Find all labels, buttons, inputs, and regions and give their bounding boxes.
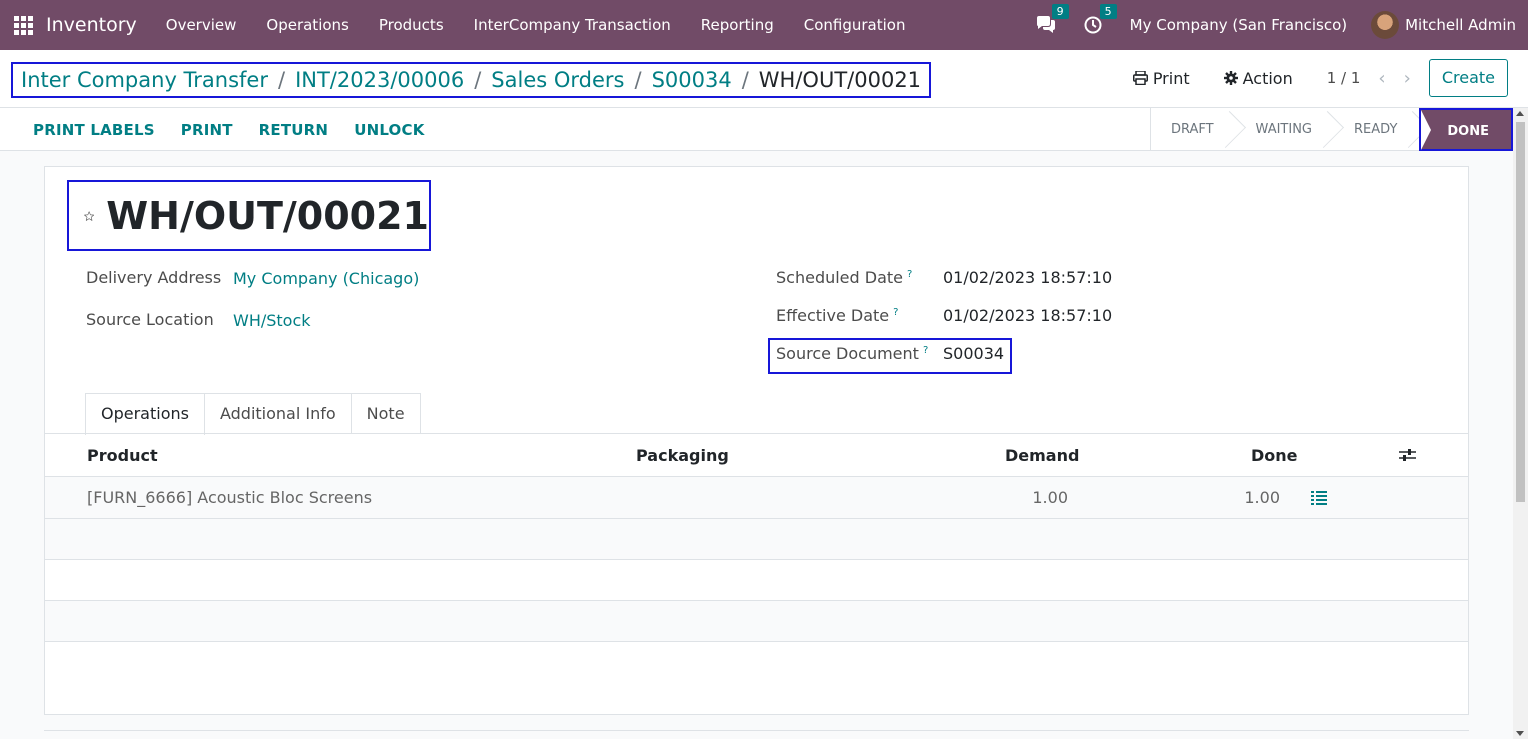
row-demand: 1.00 <box>1032 488 1068 507</box>
empty-row <box>45 519 1468 560</box>
gear-icon <box>1223 71 1238 85</box>
scroll-thumb[interactable] <box>1516 122 1525 502</box>
source-document-label: Source Document? <box>776 344 929 363</box>
sliders-icon <box>1399 449 1416 461</box>
stage-waiting: WAITING <box>1236 108 1334 151</box>
pager-next-icon[interactable]: › <box>1404 68 1411 89</box>
record-title-box: WH/OUT/00021 <box>67 180 431 251</box>
scheduled-date-value: 01/02/2023 18:57:10 <box>943 268 1113 287</box>
status-bar: PRINT LABELS PRINT RETURN UNLOCK DRAFT W… <box>0 108 1513 151</box>
breadcrumb-item-sales-order[interactable]: S00034 <box>652 68 732 92</box>
delivery-address-label: Delivery Address <box>86 268 222 287</box>
tab-operations[interactable]: Operations <box>85 393 205 435</box>
activities-button[interactable]: 5 <box>1084 4 1117 34</box>
breadcrumb-separator: / <box>741 68 749 92</box>
pager-value[interactable]: 1 / 1 <box>1327 69 1361 87</box>
company-switcher[interactable]: My Company (San Francisco) <box>1130 16 1347 34</box>
column-demand[interactable]: Demand <box>1005 434 1079 476</box>
activities-count-badge: 5 <box>1099 4 1117 19</box>
notebook-tabs: Operations Additional Info Note <box>85 393 421 435</box>
menu-intercompany-transaction[interactable]: InterCompany Transaction <box>459 0 686 50</box>
help-tooltip-icon[interactable]: ? <box>907 269 912 280</box>
breadcrumb-item-sales-orders[interactable]: Sales Orders <box>491 68 624 92</box>
scheduled-date-label: Scheduled Date? <box>776 268 913 287</box>
stage-draft: DRAFT <box>1151 108 1236 151</box>
menu-reporting[interactable]: Reporting <box>686 0 789 50</box>
detailed-operations-button[interactable] <box>1311 477 1327 518</box>
column-packaging[interactable]: Packaging <box>636 434 729 476</box>
print-labels-button[interactable]: PRINT LABELS <box>33 121 155 139</box>
row-done: 1.00 <box>1244 488 1280 507</box>
user-menu[interactable]: Mitchell Admin <box>1405 16 1516 34</box>
top-navbar: Inventory Overview Operations Products I… <box>0 0 1528 50</box>
breadcrumb-item-inter-company-transfer[interactable]: Inter Company Transfer <box>21 68 268 92</box>
pager-previous-icon[interactable]: ‹ <box>1378 68 1385 89</box>
empty-row <box>45 560 1468 601</box>
breadcrumb: Inter Company Transfer / INT/2023/00006 … <box>11 62 932 98</box>
app-name[interactable]: Inventory <box>46 14 137 36</box>
tab-note[interactable]: Note <box>351 393 421 434</box>
printer-icon <box>1132 71 1148 85</box>
main-menu: Overview Operations Products InterCompan… <box>151 0 921 50</box>
user-avatar[interactable] <box>1371 11 1400 39</box>
page-scrollbar[interactable] <box>1513 108 1528 739</box>
source-location-label: Source Location <box>86 310 214 329</box>
help-tooltip-icon[interactable]: ? <box>893 307 898 318</box>
menu-configuration[interactable]: Configuration <box>789 0 921 50</box>
form-sheet: WH/OUT/00021 Delivery Address My Company… <box>44 166 1469 715</box>
action-label: Action <box>1242 68 1293 88</box>
delivery-address-link[interactable]: My Company (Chicago) <box>233 269 419 288</box>
messages-button[interactable]: 9 <box>1036 4 1069 34</box>
print-dropdown-button[interactable]: Print <box>1132 68 1190 88</box>
empty-row <box>45 601 1468 642</box>
table-header: Product Packaging Demand Done <box>45 434 1468 477</box>
messages-count-badge: 9 <box>1051 4 1069 19</box>
scroll-down-icon[interactable] <box>1516 731 1524 736</box>
optional-columns-toggle[interactable] <box>1399 434 1416 476</box>
tab-additional-info[interactable]: Additional Info <box>204 393 352 434</box>
menu-products[interactable]: Products <box>364 0 459 50</box>
stage-ready: READY <box>1334 108 1419 151</box>
list-icon <box>1311 490 1327 505</box>
print-label: Print <box>1152 68 1190 88</box>
source-location-link[interactable]: WH/Stock <box>233 311 311 330</box>
operations-table: Product Packaging Demand Done [FURN_6666… <box>45 434 1468 642</box>
stage-done: DONE <box>1419 108 1513 151</box>
clock-icon <box>1084 16 1102 34</box>
control-panel: Inter Company Transfer / INT/2023/00006 … <box>0 50 1528 108</box>
column-done[interactable]: Done <box>1251 434 1298 476</box>
effective-date-value: 01/02/2023 18:57:10 <box>943 306 1113 325</box>
breadcrumb-item-int-transfer[interactable]: INT/2023/00006 <box>295 68 464 92</box>
effective-date-label: Effective Date? <box>776 306 899 325</box>
print-button[interactable]: PRINT <box>181 121 233 139</box>
apps-menu-icon[interactable] <box>0 0 46 50</box>
create-button[interactable]: Create <box>1428 59 1508 97</box>
row-product: [FURN_6666] Acoustic Bloc Screens <box>87 488 373 507</box>
table-row[interactable]: [FURN_6666] Acoustic Bloc Screens 1.00 1… <box>45 477 1468 519</box>
breadcrumb-separator: / <box>634 68 642 92</box>
action-dropdown-button[interactable]: Action <box>1223 68 1293 88</box>
menu-overview[interactable]: Overview <box>151 0 252 50</box>
star-icon[interactable] <box>84 198 95 234</box>
unlock-button[interactable]: UNLOCK <box>354 121 424 139</box>
stage-pipeline: DRAFT WAITING READY DONE <box>1149 108 1513 151</box>
scroll-up-icon[interactable] <box>1516 111 1524 116</box>
help-tooltip-icon[interactable]: ? <box>923 345 928 356</box>
source-document-value: S00034 <box>943 344 1005 363</box>
column-product[interactable]: Product <box>87 434 158 476</box>
record-title: WH/OUT/00021 <box>106 193 429 238</box>
breadcrumb-separator: / <box>474 68 482 92</box>
breadcrumb-current: WH/OUT/00021 <box>758 68 922 92</box>
return-button[interactable]: RETURN <box>259 121 329 139</box>
menu-operations[interactable]: Operations <box>251 0 363 50</box>
chatter-area-edge <box>44 730 1469 739</box>
breadcrumb-separator: / <box>278 68 286 92</box>
